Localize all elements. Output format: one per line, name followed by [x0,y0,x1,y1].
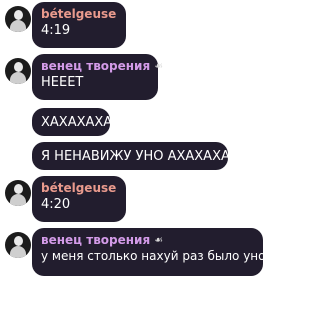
message-author[interactable]: bételgeuse [41,7,117,22]
message-bubble[interactable]: ХАХАХАХА [32,108,113,136]
emoji-badge-icon: ☙ [154,235,164,246]
avatar[interactable] [5,232,31,258]
message-author[interactable]: венец творения ☙ [41,233,254,248]
message-text: НЕЕЕТ [41,75,84,90]
message-bubble[interactable]: bételgeuse 4:19 [32,2,126,48]
message-bubble[interactable]: венец творения ☙ у меня столько нахуй ра… [32,228,270,276]
message-bubble[interactable]: венец творения ☙ НЕЕЕТ [32,54,163,100]
message-text: у меня столько нахуй раз было уно. [41,249,270,263]
avatar[interactable] [5,180,31,206]
message-bubble[interactable]: Я НЕНАВИЖУ УНО АХАХАХАХА [32,142,248,170]
message-text: Я НЕНАВИЖУ УНО АХАХАХАХА [41,148,248,164]
avatar[interactable] [5,58,31,84]
message-text: 4:19 [41,23,71,38]
message-text: 4:20 [41,197,71,212]
emoji-badge-icon: ☙ [154,61,164,72]
message-author[interactable]: венец творения ☙ [41,59,163,74]
avatar[interactable] [5,6,31,32]
message-text: ХАХАХАХА [41,114,113,130]
message-bubble[interactable]: bételgeuse 4:20 [32,176,126,222]
message-author[interactable]: bételgeuse [41,181,117,196]
